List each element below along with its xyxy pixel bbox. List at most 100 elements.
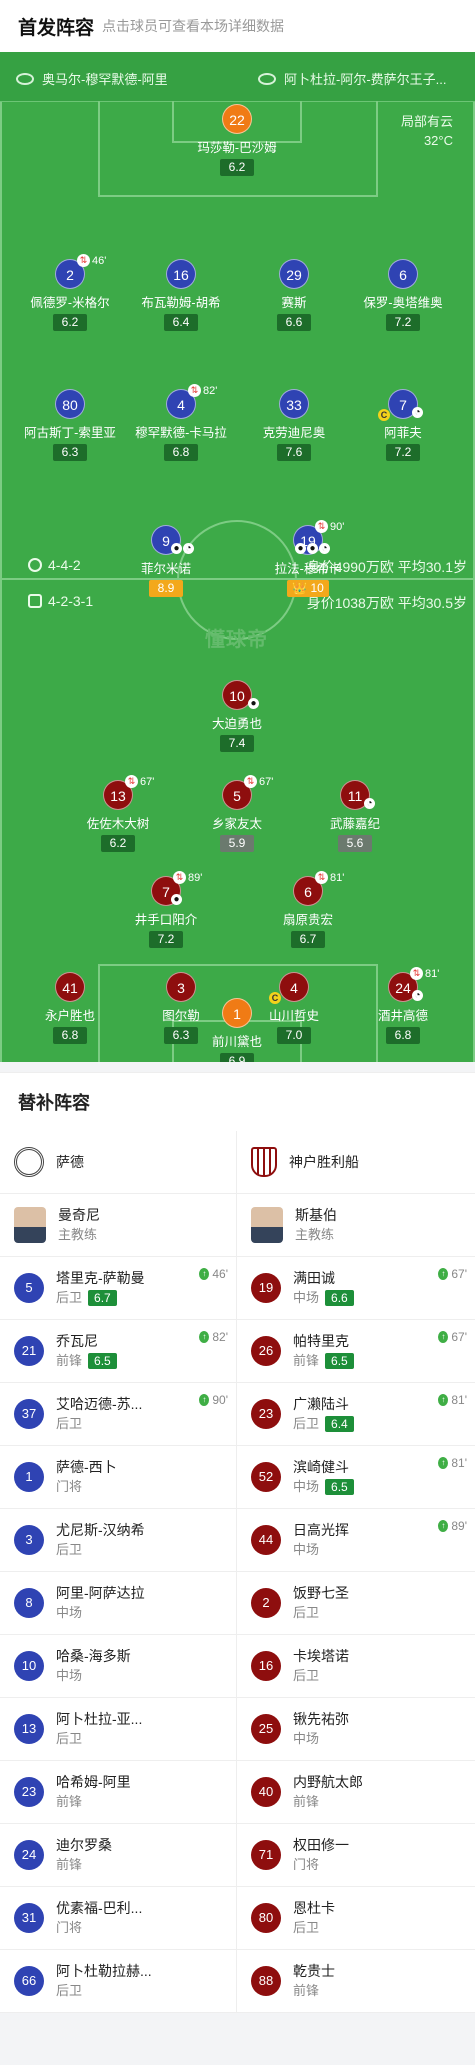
sub-player-row[interactable]: 31 优素福-巴利... 门将 xyxy=(0,1887,236,1950)
player-card[interactable]: 22 玛莎勒-巴沙姆 6.2 xyxy=(182,104,292,176)
player-card[interactable]: 33 克劳迪尼奥 7.6 xyxy=(239,389,349,461)
sub-on-time: 81' xyxy=(451,1456,467,1470)
sub-player-position: 中场 xyxy=(293,1290,320,1305)
away-subs-column: 神户胜利船 斯基伯 主教练 19 满田诚 中场 6.6 ↑ 67' 26 帕特里克 前锋 6.5 ↑… xyxy=(237,1131,475,2013)
sub-player-row[interactable]: 3 尤尼斯-汉纳希 后卫 xyxy=(0,1509,236,1572)
player-rating: 6.2 xyxy=(53,314,87,331)
sub-player-row[interactable]: 26 帕特里克 前锋 6.5 ↑ 67' xyxy=(237,1320,475,1383)
home-subs-team-name: 萨德 xyxy=(56,1154,84,1170)
sub-player-row[interactable]: 66 阿卜杜勒拉赫... 后卫 xyxy=(0,1950,236,2013)
sub-player-number: 25 xyxy=(251,1714,281,1744)
sub-player-position: 中场 xyxy=(293,1542,320,1557)
footer-space xyxy=(0,2013,475,2065)
player-card[interactable]: 16 布瓦勒姆-胡希 6.4 xyxy=(126,259,236,331)
away-subs-team[interactable]: 神户胜利船 xyxy=(237,1131,475,1194)
player-card[interactable]: 24 ⇅ 81' ◔ 酒井高德 6.8 xyxy=(348,967,458,1044)
sub-on-marker: ↑ 67' xyxy=(438,1330,467,1344)
coach-role: 主教练 xyxy=(58,1227,98,1242)
player-card[interactable]: 6 保罗-奥塔维奥 7.2 xyxy=(348,259,458,331)
player-rating: 6.8 xyxy=(164,444,198,461)
assist-icon: ◔ xyxy=(319,543,330,554)
sub-player-name: 滨崎健斗 xyxy=(293,1459,349,1475)
home-coach[interactable]: 曼奇尼 主教练 xyxy=(0,1194,236,1257)
sub-player-number: 31 xyxy=(14,1903,44,1933)
weather-temp: 32°C xyxy=(423,133,453,148)
sub-player-row[interactable]: 37 艾哈迈德-苏... 后卫 ↑ 90' xyxy=(0,1383,236,1446)
player-card[interactable]: 41 永户胜也 6.8 xyxy=(15,972,125,1044)
sub-player-row[interactable]: 44 日高光挥 中场 ↑ 89' xyxy=(237,1509,475,1572)
sub-player-row[interactable]: 25 锹先祐弥 中场 xyxy=(237,1698,475,1761)
player-card[interactable]: 5 ⇅ 67' 乡家友太 5.9 xyxy=(182,775,292,852)
sub-player-name: 尤尼斯-汉纳希 xyxy=(56,1522,145,1538)
sub-player-number: 5 xyxy=(14,1273,44,1303)
sub-player-row[interactable]: 23 哈希姆-阿里 前锋 xyxy=(0,1761,236,1824)
sub-player-row[interactable]: 2 饭野七圣 后卫 xyxy=(237,1572,475,1635)
sub-player-name: 迪尔罗桑 xyxy=(56,1837,112,1853)
sub-player-row[interactable]: 23 广濑陆斗 后卫 6.4 ↑ 81' xyxy=(237,1383,475,1446)
sub-player-name: 卡埃塔诺 xyxy=(293,1648,349,1664)
sub-player-number: 13 xyxy=(14,1714,44,1744)
sub-player-row[interactable]: 16 卡埃塔诺 后卫 xyxy=(237,1635,475,1698)
sub-player-rating: 6.4 xyxy=(325,1416,354,1432)
sub-player-row[interactable]: 80 恩杜卡 后卫 xyxy=(237,1887,475,1950)
sub-player-position: 中场 xyxy=(293,1479,320,1494)
player-rating: 6.3 xyxy=(53,444,87,461)
player-number: 33 xyxy=(279,389,309,419)
player-card[interactable]: 13 ⇅ 67' 佐佐木大树 6.2 xyxy=(63,775,173,852)
away-coach[interactable]: 斯基伯 主教练 xyxy=(237,1194,475,1257)
home-team-header[interactable]: 奥马尔-穆罕默德-阿里 xyxy=(16,69,231,88)
sub-player-position: 中场 xyxy=(56,1605,83,1620)
sub-player-row[interactable]: 88 乾贵士 前锋 xyxy=(237,1950,475,2013)
player-number: 6 xyxy=(388,259,418,289)
player-card[interactable]: 11 ◔ 武藤嘉纪 5.6 xyxy=(300,780,410,852)
sub-player-number: 44 xyxy=(251,1525,281,1555)
player-card[interactable]: 4 ⇅ 82' 穆罕默德-卡马拉 6.8 xyxy=(126,384,236,461)
sub-player-row[interactable]: 19 满田诚 中场 6.6 ↑ 67' xyxy=(237,1257,475,1320)
sub-player-position: 后卫 xyxy=(293,1416,320,1431)
sub-player-row[interactable]: 8 阿里-阿萨达拉 中场 xyxy=(0,1572,236,1635)
player-card[interactable]: 10 ● 大迫勇也 7.4 xyxy=(182,680,292,752)
home-formation-icon xyxy=(28,558,42,572)
sub-player-number: 37 xyxy=(14,1399,44,1429)
sub-player-number: 24 xyxy=(14,1840,44,1870)
player-card[interactable]: 7 ⇅ 89' ● 井手口阳介 7.2 xyxy=(111,871,221,948)
player-card[interactable]: 1 前川黛也 6.9 xyxy=(182,998,292,1062)
sub-player-row[interactable]: 40 内野航太郎 前锋 xyxy=(237,1761,475,1824)
sub-player-row[interactable]: 13 阿卜杜拉-亚... 后卫 xyxy=(0,1698,236,1761)
sub-on-marker: ↑ 46' xyxy=(199,1267,228,1281)
sub-on-icon: ↑ xyxy=(199,1331,210,1343)
player-card[interactable]: 9 ● ◔ 菲尔米诺 8.9 xyxy=(111,525,221,597)
player-name: 前川黛也 xyxy=(211,1035,262,1049)
sub-player-name: 阿卜杜勒拉赫... xyxy=(56,1963,152,1979)
sub-player-row[interactable]: 10 哈桑-海多斯 中场 xyxy=(0,1635,236,1698)
sub-player-row[interactable]: 1 萨德-西卜 门将 xyxy=(0,1446,236,1509)
player-card[interactable]: 7 C ◔ 阿菲夫 7.2 xyxy=(348,389,458,461)
sub-off-marker: ⇅ 67' xyxy=(125,775,154,788)
home-subs-team[interactable]: 萨德 xyxy=(0,1131,236,1194)
player-card[interactable]: 80 阿古斯丁-索里亚 6.3 xyxy=(15,389,125,461)
player-card[interactable]: 6 ⇅ 81' 扇原贵宏 6.7 xyxy=(253,871,363,948)
sub-player-row[interactable]: 21 乔瓦尼 前锋 6.5 ↑ 82' xyxy=(0,1320,236,1383)
away-formation-icon xyxy=(28,594,42,608)
player-name: 大迫勇也 xyxy=(211,717,262,731)
goal-icon: ● xyxy=(248,698,259,709)
lineup-header: 首发阵容 点击球员可查看本场详细数据 xyxy=(0,0,475,52)
sub-player-row[interactable]: 5 塔里克-萨勒曼 后卫 6.7 ↑ 46' xyxy=(0,1257,236,1320)
lineup-subtitle: 点击球员可查看本场详细数据 xyxy=(102,18,285,34)
player-rating: 7.2 xyxy=(386,444,420,461)
player-card[interactable]: 2 ⇅ 46' 佩德罗-米格尔 6.2 xyxy=(15,254,125,331)
player-number: 22 xyxy=(222,104,252,134)
team-bar: 奥马尔-穆罕默德-阿里 阿卜杜拉-阿尔-费萨尔王子... xyxy=(0,52,475,102)
sub-player-row[interactable]: 52 滨崎健斗 中场 6.5 ↑ 81' xyxy=(237,1446,475,1509)
away-team-header[interactable]: 阿卜杜拉-阿尔-费萨尔王子... xyxy=(258,69,473,88)
captain-icon: C xyxy=(378,409,390,421)
sub-player-row[interactable]: 71 权田修一 门将 xyxy=(237,1824,475,1887)
sub-off-marker: ⇅ 82' xyxy=(188,384,217,397)
player-name: 玛莎勒-巴沙姆 xyxy=(197,141,277,155)
player-name: 保罗-奥塔维奥 xyxy=(363,296,443,310)
sub-player-number: 10 xyxy=(14,1651,44,1681)
sub-player-row[interactable]: 24 迪尔罗桑 前锋 xyxy=(0,1824,236,1887)
player-name: 赛斯 xyxy=(281,296,307,310)
player-card[interactable]: 19 ⇅ 90' ● ● ◔ 拉法-穆希卡 👑 10 xyxy=(253,520,363,597)
player-card[interactable]: 29 赛斯 6.6 xyxy=(239,259,349,331)
